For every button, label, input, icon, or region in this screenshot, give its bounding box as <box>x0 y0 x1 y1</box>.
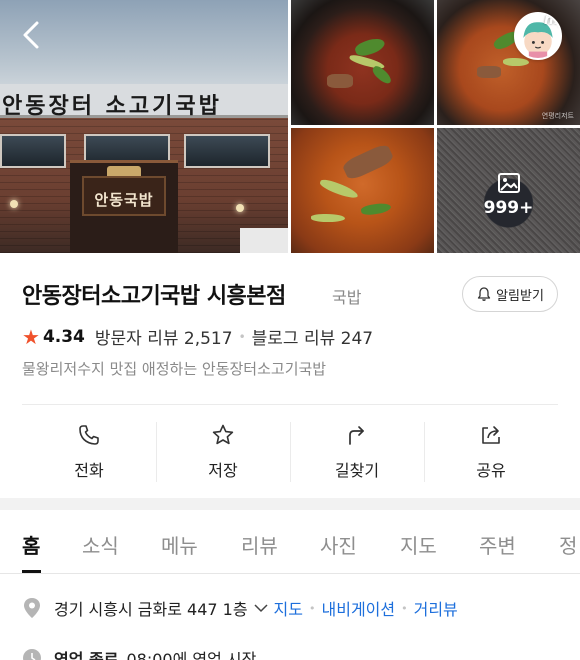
action-bar: 전화 저장 길찾기 공유 <box>22 420 558 484</box>
photo-garnish <box>503 58 529 66</box>
share-icon <box>482 426 500 444</box>
photo-garnish <box>318 177 360 201</box>
store-sign-text: 안동국밥 <box>94 191 154 209</box>
directions-button-label: 길찾기 <box>334 461 380 480</box>
tab-bar: 홈 소식 메뉴 리뷰 사진 지도 주변 정 <box>0 510 580 574</box>
map-link[interactable]: 지도 <box>274 596 303 620</box>
photo-garnish <box>311 214 345 222</box>
food-photo[interactable] <box>291 0 434 125</box>
phone-icon <box>79 425 99 445</box>
address-text[interactable]: 경기 시흥시 금화로 447 1층 <box>54 596 248 620</box>
tab-nearby[interactable]: 주변 <box>479 530 516 559</box>
tab-menu[interactable]: 메뉴 <box>161 530 198 559</box>
photo-grid: 연평리저트 my <box>291 0 580 253</box>
food-photo[interactable] <box>291 128 434 253</box>
separator-dot: • <box>238 329 246 344</box>
image-icon <box>497 172 520 193</box>
separator-dot: • <box>401 601 408 615</box>
rating-score: 4.34 <box>42 326 85 347</box>
tab-photos[interactable]: 사진 <box>320 530 357 559</box>
window <box>184 134 270 168</box>
place-name: 안동장터소고기국밥 시흥본점 <box>22 284 286 309</box>
photo-gallery: 안동장터 소고기국밥 안동국밥 연평리저트 m 999+ <box>0 0 580 253</box>
title-row: 안동장터소고기국밥 시흥본점 국밥 알림받기 <box>22 276 558 312</box>
star-filled-icon: ★ <box>22 324 40 349</box>
photo-meat <box>327 74 353 88</box>
section-gap <box>0 498 580 510</box>
window <box>0 134 66 168</box>
address-row: 경기 시흥시 금화로 447 1층 지도 • 내비게이션 • 거리뷰 <box>22 596 458 620</box>
store-sign: 안동국밥 <box>82 176 166 216</box>
star-outline-icon <box>212 424 234 445</box>
photo-meat <box>341 142 395 182</box>
rating-row: ★ 4.34 방문자 리뷰 2,517 • 블로그 리뷰 247 <box>22 324 373 350</box>
save-button-label: 저장 <box>208 461 238 480</box>
place-description: 물왕리저수지 맛집 애정하는 안동장터소고기국밥 <box>22 360 327 378</box>
alarm-button[interactable]: 알림받기 <box>462 276 558 312</box>
wall-lamp <box>10 200 18 208</box>
visitor-reviews-link[interactable]: 방문자 리뷰 2,517 <box>95 324 233 349</box>
street-banner <box>240 228 288 253</box>
photo-count: 999+ <box>483 197 534 218</box>
location-pin-icon <box>24 598 40 618</box>
active-tab-indicator <box>22 570 41 573</box>
tab-map[interactable]: 지도 <box>400 530 437 559</box>
food-photo[interactable]: 999+ <box>437 128 580 253</box>
photo-meat <box>477 66 501 78</box>
save-button[interactable]: 저장 <box>156 420 290 484</box>
tab-info[interactable]: 정 <box>559 530 577 559</box>
photo-garnish <box>360 201 392 217</box>
wall-lamp <box>236 204 244 212</box>
call-button[interactable]: 전화 <box>22 420 156 484</box>
directions-button[interactable]: 길찾기 <box>290 420 424 484</box>
directions-icon <box>349 426 364 445</box>
share-button[interactable]: 공유 <box>424 420 558 484</box>
my-avatar[interactable]: my <box>514 12 562 60</box>
tab-reviews[interactable]: 리뷰 <box>241 530 278 559</box>
divider <box>22 404 558 405</box>
tab-home[interactable]: 홈 <box>22 530 40 559</box>
avatar-my-label: my <box>544 12 560 28</box>
hours-text[interactable]: 08:00에 영업 시작 <box>126 646 256 660</box>
blog-reviews-link[interactable]: 블로그 리뷰 247 <box>252 324 373 349</box>
hours-row: 영업 종료 08:00에 영업 시작 <box>22 646 256 660</box>
separator-dot: • <box>309 601 316 615</box>
more-photos-overlay[interactable]: 999+ <box>437 128 580 253</box>
share-button-label: 공유 <box>476 461 506 480</box>
place-category: 국밥 <box>332 288 362 307</box>
tab-news[interactable]: 소식 <box>82 530 119 559</box>
call-button-label: 전화 <box>74 461 104 480</box>
back-chevron-icon[interactable] <box>18 20 46 50</box>
storefront-photo[interactable]: 안동장터 소고기국밥 안동국밥 <box>0 0 288 253</box>
hours-status: 영업 종료 <box>54 650 119 660</box>
alarm-button-label: 알림받기 <box>496 288 544 304</box>
bell-icon <box>477 287 491 301</box>
navigation-link[interactable]: 내비게이션 <box>322 596 396 620</box>
roof-sign-text: 안동장터 소고기국밥 <box>2 94 222 119</box>
photo-watermark: 연평리저트 <box>541 112 574 120</box>
clock-icon <box>23 649 41 660</box>
roof-sign: 안동장터 소고기국밥 <box>0 84 288 119</box>
chevron-down-icon[interactable] <box>254 601 268 615</box>
food-photo[interactable]: 연평리저트 my <box>437 0 580 125</box>
street-view-link[interactable]: 거리뷰 <box>414 596 458 620</box>
